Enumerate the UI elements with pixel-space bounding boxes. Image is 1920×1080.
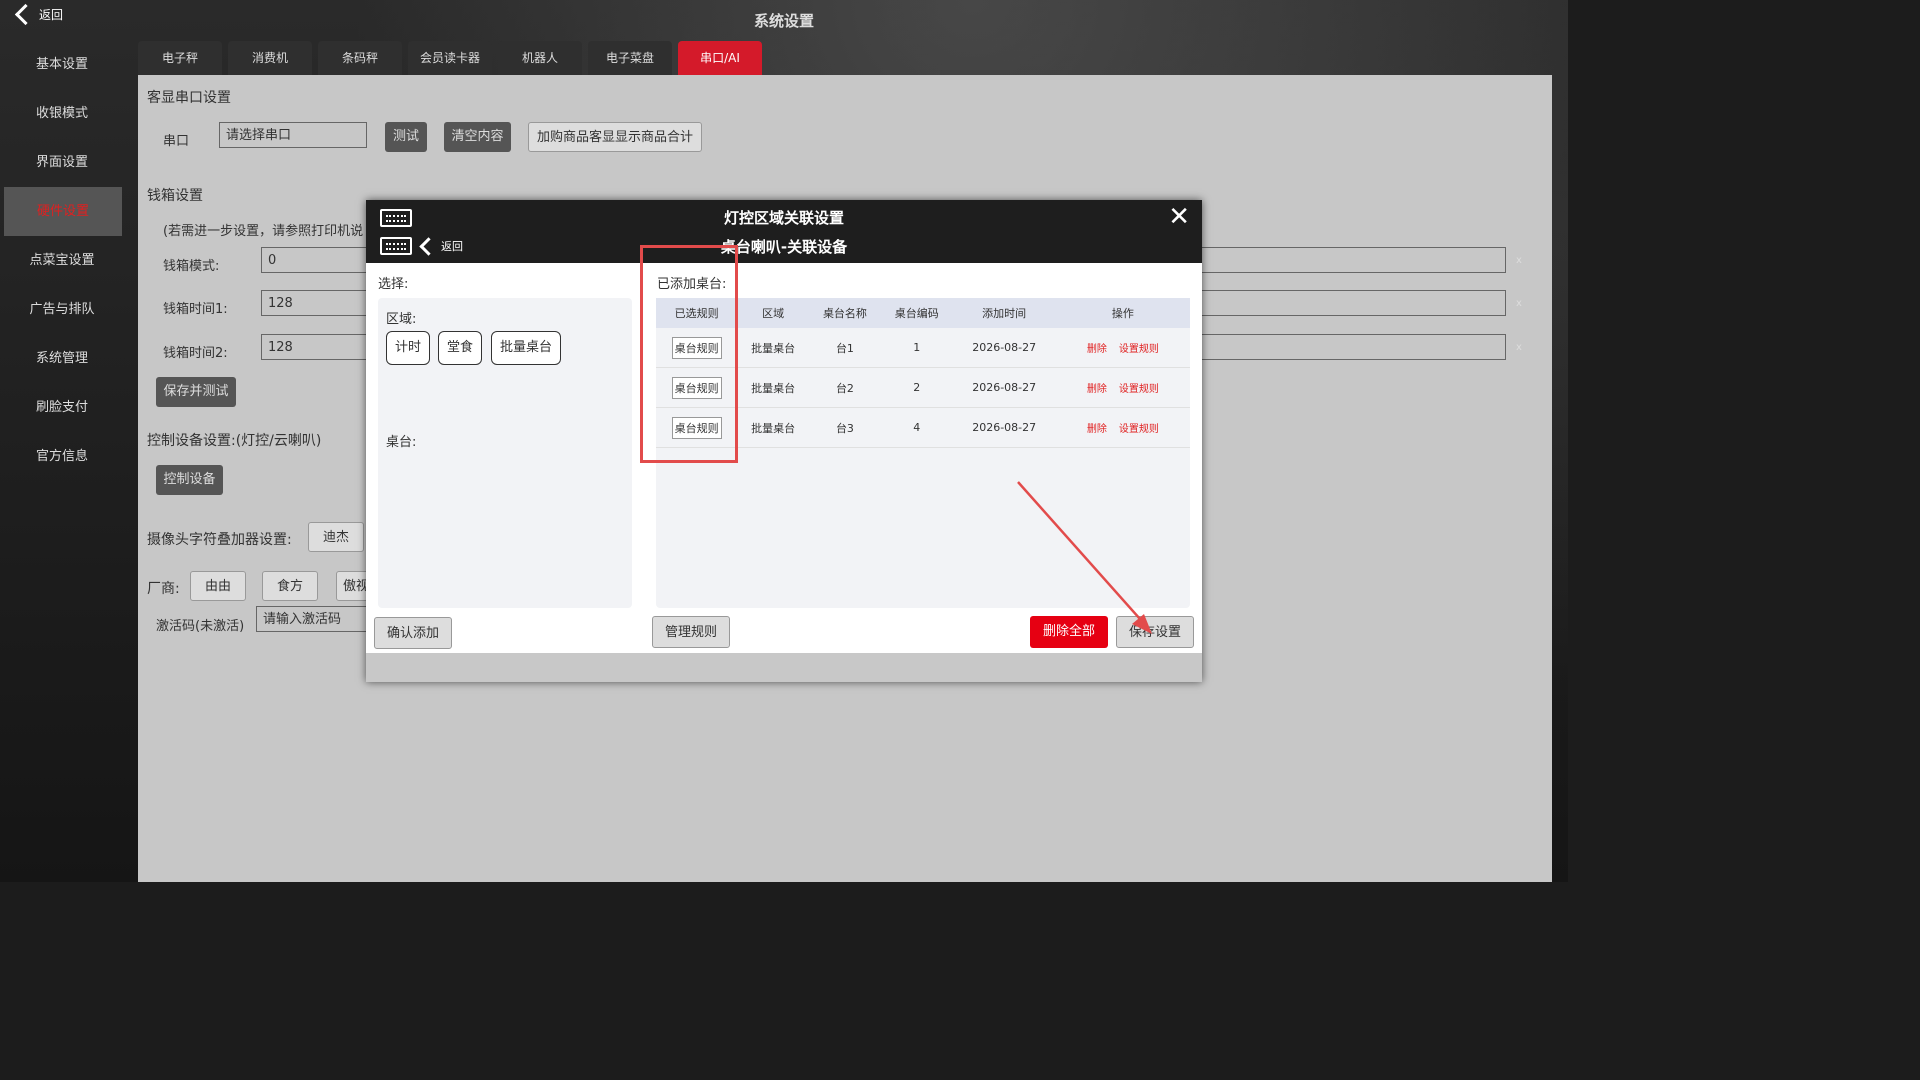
area-chip-timing[interactable]: 计时	[386, 331, 430, 365]
close-icon[interactable]: ✕	[1168, 204, 1190, 230]
row-area: 批量桌台	[737, 367, 810, 408]
tab-serial-ai[interactable]: 串口/AI	[678, 41, 762, 75]
sidebar-item-ordering[interactable]: 点菜宝设置	[0, 236, 124, 285]
tab-electronic-plate[interactable]: 电子菜盘	[588, 41, 672, 75]
control-device-button[interactable]: 控制设备	[156, 465, 223, 495]
sidebar-item-ads-queue[interactable]: 广告与排队	[0, 285, 124, 334]
area-chip-dine-in[interactable]: 堂食	[438, 331, 482, 365]
chevron-left-icon	[419, 236, 438, 256]
port-select[interactable]: 请选择串口	[219, 122, 367, 148]
activation-input[interactable]: 请输入激活码	[256, 606, 376, 632]
area-label: 区域:	[386, 312, 417, 327]
manage-rules-button[interactable]: 管理规则	[652, 616, 730, 648]
row-time: 2026-08-27	[952, 407, 1056, 448]
set-rule-link[interactable]: 设置规则	[1119, 424, 1159, 435]
page-title: 系统设置	[753, 12, 814, 30]
highlight-box	[640, 245, 738, 463]
sidebar: 基本设置 收银模式 界面设置 硬件设置 点菜宝设置 广告与排队 系统管理 刷脸支…	[0, 40, 124, 882]
delete-link[interactable]: 删除	[1087, 424, 1107, 435]
modal-subtitle: 桌台喇叭-关联设备	[720, 238, 848, 256]
modal-back-label: 返回	[441, 240, 463, 253]
modal-back-button[interactable]: 返回	[419, 236, 463, 256]
clear-icon[interactable]: x	[1516, 255, 1522, 266]
save-settings-button[interactable]: 保存设置	[1116, 616, 1194, 648]
row-name: 台1	[809, 328, 881, 368]
tab-scale[interactable]: 电子秤	[138, 41, 222, 75]
area-chip-batch-tables[interactable]: 批量桌台	[491, 331, 561, 365]
camera-overlay-title: 摄像头字符叠加器设置:	[147, 532, 292, 548]
modal-header: 灯控区域关联设置 桌台喇叭-关联设备 返回 ✕	[366, 200, 1202, 263]
row-code: 1	[880, 328, 953, 368]
set-rule-link[interactable]: 设置规则	[1119, 344, 1159, 355]
set-rule-link[interactable]: 设置规则	[1119, 384, 1159, 395]
test-button[interactable]: 测试	[385, 122, 427, 152]
col-actions: 操作	[1055, 298, 1190, 328]
col-area: 区域	[737, 298, 810, 328]
selection-panel: 区域: 计时 堂食 批量桌台 桌台:	[378, 298, 632, 608]
save-test-button[interactable]: 保存并测试	[156, 377, 236, 407]
tab-consumer-machine[interactable]: 消费机	[228, 41, 312, 75]
clear-icon[interactable]: x	[1516, 342, 1522, 353]
customer-display-title: 客显串口设置	[147, 90, 231, 106]
sum-display-select[interactable]: 加购商品客显显示商品合计	[528, 122, 702, 152]
row-code: 2	[880, 367, 953, 408]
activation-label: 激活码(未激活)	[156, 619, 245, 634]
delete-all-button[interactable]: 删除全部	[1030, 616, 1108, 648]
row-area: 批量桌台	[737, 407, 810, 448]
row-name: 台2	[809, 367, 881, 408]
sidebar-item-basic[interactable]: 基本设置	[0, 40, 124, 89]
cash-drawer-title: 钱箱设置	[147, 188, 203, 204]
row-code: 4	[880, 407, 953, 448]
drawer-time2-label: 钱箱时间2:	[163, 346, 228, 361]
modal-title: 灯控区域关联设置	[723, 209, 844, 227]
vendor-label: 厂商:	[147, 581, 180, 597]
col-table-name: 桌台名称	[809, 298, 881, 328]
sidebar-item-interface[interactable]: 界面设置	[0, 138, 124, 187]
row-time: 2026-08-27	[952, 367, 1056, 408]
clear-button[interactable]: 清空内容	[444, 122, 511, 152]
top-bar: 返回 系统设置	[0, 0, 1568, 40]
sidebar-item-face-pay[interactable]: 刷脸支付	[0, 383, 124, 432]
select-label: 选择:	[378, 277, 409, 292]
col-table-code: 桌台编码	[880, 298, 953, 328]
tab-bar: 电子秤 消费机 条码秤 会员读卡器 机器人 电子菜盘 串口/AI	[138, 41, 762, 75]
vendor-option-shifang[interactable]: 食方	[262, 571, 318, 601]
port-label: 串口	[163, 134, 190, 149]
sidebar-item-official[interactable]: 官方信息	[0, 432, 124, 481]
row-name: 台3	[809, 407, 881, 448]
confirm-add-button[interactable]: 确认添加	[374, 617, 452, 649]
cash-drawer-note: (若需进一步设置，请参照打印机说	[163, 224, 364, 239]
delete-link[interactable]: 删除	[1087, 384, 1107, 395]
camera-overlay-select[interactable]: 迪杰	[308, 522, 364, 552]
col-add-time: 添加时间	[952, 298, 1056, 328]
drawer-time1-label: 钱箱时间1:	[163, 302, 228, 317]
tab-card-reader[interactable]: 会员读卡器	[408, 41, 492, 75]
delete-link[interactable]: 删除	[1087, 344, 1107, 355]
modal-body: 选择: 已添加桌台: 区域: 计时 堂食 批量桌台 桌台: 已选规则 区域 桌台…	[366, 263, 1202, 653]
tab-barcode-scale[interactable]: 条码秤	[318, 41, 402, 75]
light-control-modal: 灯控区域关联设置 桌台喇叭-关联设备 返回 ✕ 选择: 已添加桌台: 区域: 计…	[366, 200, 1202, 682]
drawer-mode-label: 钱箱模式:	[163, 259, 220, 274]
tab-robot[interactable]: 机器人	[498, 41, 582, 75]
control-device-title: 控制设备设置:(灯控/云喇叭)	[147, 433, 322, 449]
vendor-option-youyou[interactable]: 由由	[190, 571, 246, 601]
row-time: 2026-08-27	[952, 328, 1056, 368]
sidebar-item-hardware[interactable]: 硬件设置	[4, 187, 122, 236]
clear-icon[interactable]: x	[1516, 298, 1522, 309]
table-label: 桌台:	[386, 435, 417, 450]
sidebar-item-cashier-mode[interactable]: 收银模式	[0, 89, 124, 138]
row-area: 批量桌台	[737, 328, 810, 368]
sidebar-item-system[interactable]: 系统管理	[0, 334, 124, 383]
